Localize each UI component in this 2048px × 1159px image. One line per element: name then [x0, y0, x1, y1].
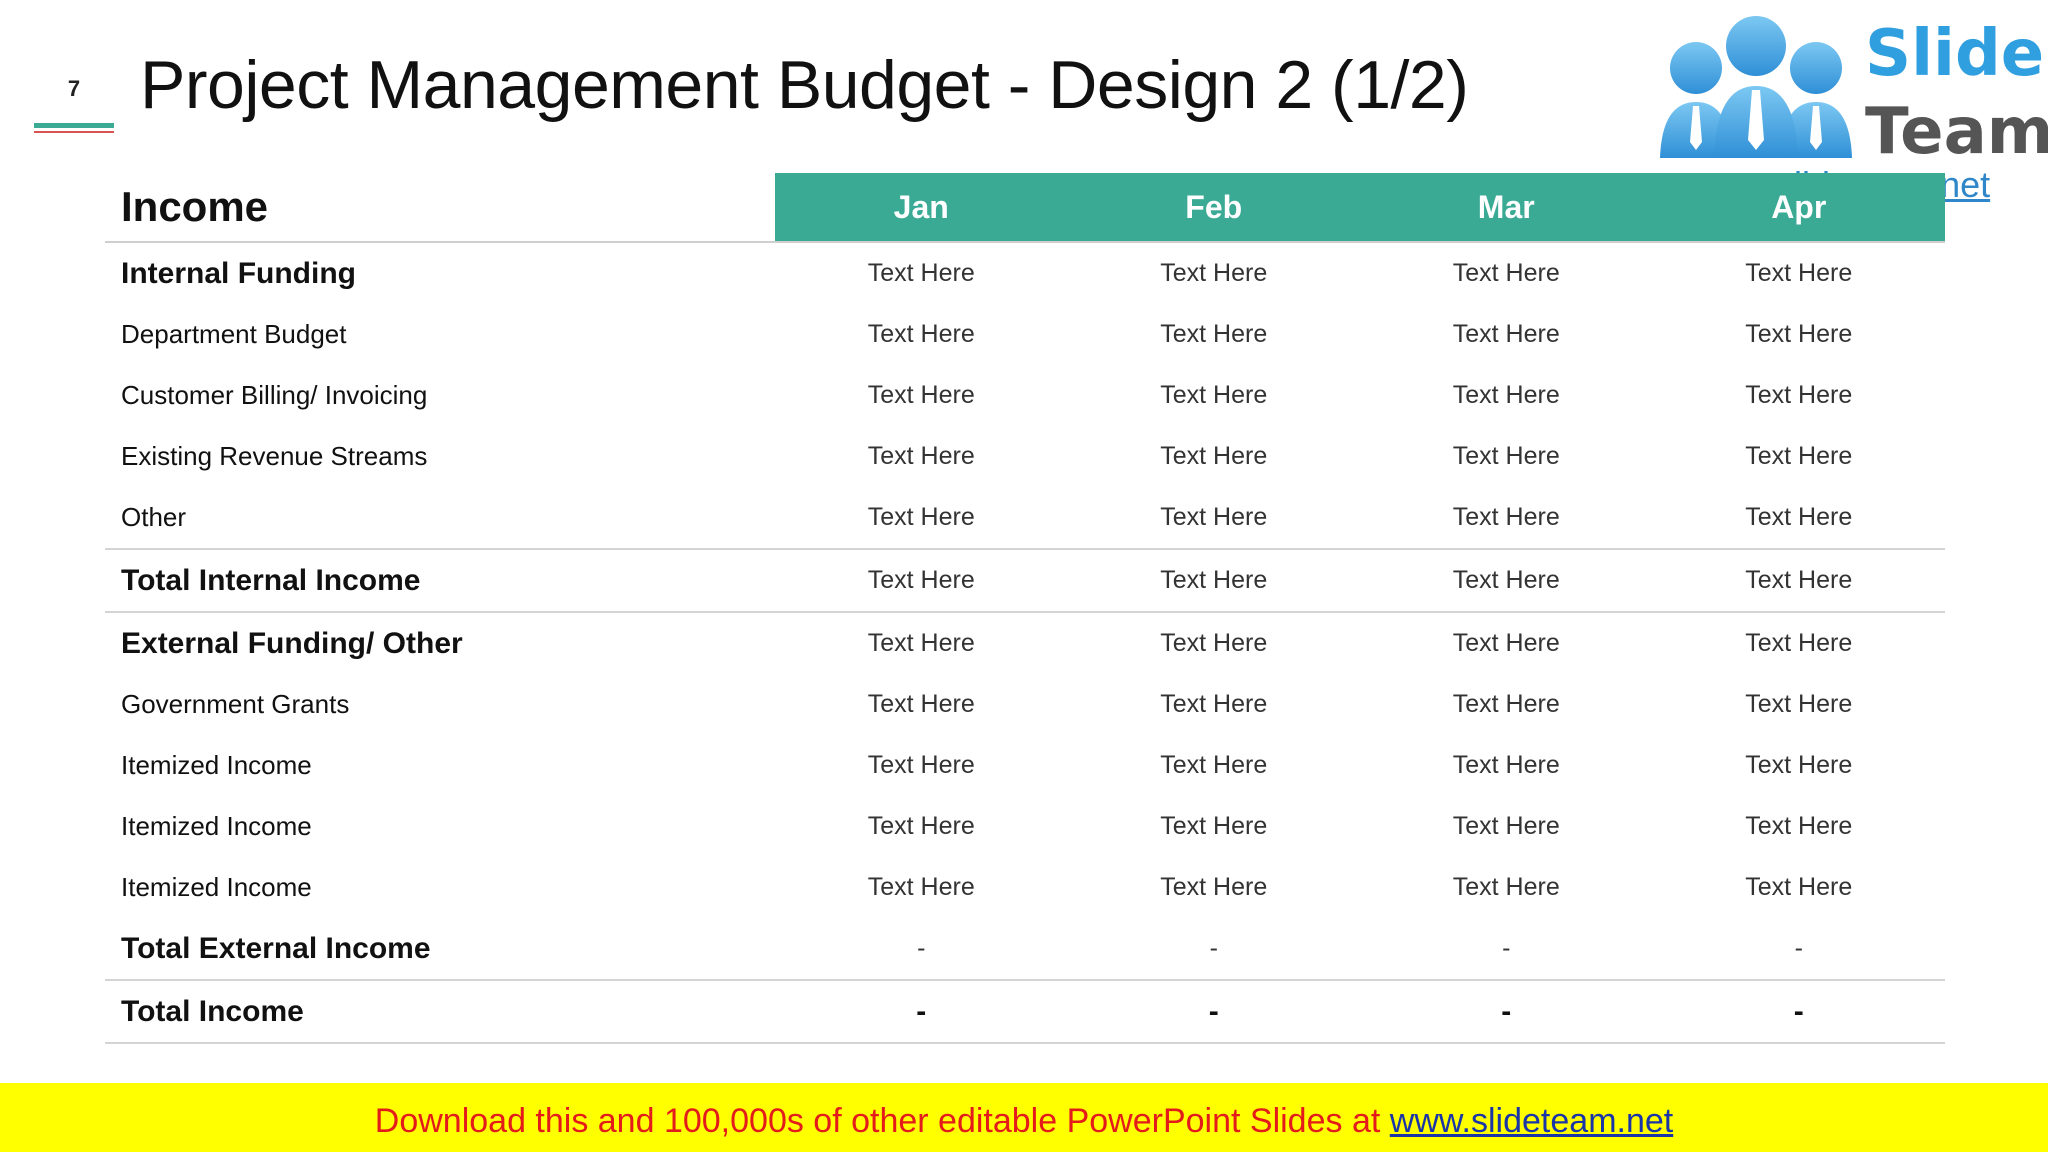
row-label: Department Budget — [121, 319, 347, 349]
table-cell: Text Here — [1452, 381, 1560, 409]
table-cell: Text Here — [1160, 259, 1268, 287]
slideteam-logo[interactable]: Slide Team www.slideteam.net — [1640, 0, 2048, 205]
download-banner: Download this and 100,000s of other edit… — [0, 1083, 2048, 1152]
table-cell: Text Here — [1745, 259, 1853, 287]
table-row: Itemized Income Text Here Text Here Text… — [105, 735, 1945, 796]
table-cell: Text Here — [867, 690, 975, 718]
table-cell: Text Here — [1160, 442, 1268, 470]
table-cell: Text Here — [1745, 751, 1853, 779]
download-banner-link[interactable]: www.slideteam.net — [1390, 1102, 1673, 1140]
table-cell: Text Here — [1452, 629, 1560, 657]
table-cell: Text Here — [1452, 320, 1560, 348]
table-cell: Text Here — [867, 503, 975, 531]
table-cell: Text Here — [1160, 566, 1268, 594]
table-cell: Text Here — [1452, 690, 1560, 718]
table-cell: Text Here — [1452, 566, 1560, 594]
table-row: Itemized Income Text Here Text Here Text… — [105, 796, 1945, 857]
slide-number-rule-red — [34, 131, 114, 133]
table-cell: Text Here — [1452, 442, 1560, 470]
table-cell: Text Here — [867, 812, 975, 840]
slide-number: 7 — [67, 76, 81, 101]
row-label: Total Internal Income — [121, 563, 421, 597]
table-cell: Text Here — [1452, 873, 1560, 901]
table-row: Itemized Income Text Here Text Here Text… — [105, 857, 1945, 918]
table-cell: - — [1501, 994, 1512, 1028]
table-row: Customer Billing/ Invoicing Text Here Te… — [105, 365, 1945, 426]
table-cell: - — [1209, 934, 1218, 962]
table-cell: Text Here — [1160, 812, 1268, 840]
row-label: Existing Revenue Streams — [121, 441, 428, 471]
table-row: Government Grants Text Here Text Here Te… — [105, 674, 1945, 735]
table-cell: Text Here — [1452, 503, 1560, 531]
table-cell: Text Here — [1745, 320, 1853, 348]
table-row: External Funding/ Other Text Here Text H… — [105, 613, 1945, 674]
logo-word-team: Team — [1865, 95, 2048, 169]
row-label: Total External Income — [121, 931, 431, 965]
table-cell: Text Here — [867, 629, 975, 657]
month-header-apr: Apr — [1771, 189, 1827, 225]
table-cell: Text Here — [1160, 690, 1268, 718]
table-row: Total External Income - - - - — [105, 918, 1945, 981]
row-label: Other — [121, 502, 187, 532]
row-label: Customer Billing/ Invoicing — [121, 380, 428, 410]
table-cell: Text Here — [1452, 751, 1560, 779]
table-cell: - — [1208, 994, 1219, 1028]
table-cell: - — [1793, 994, 1804, 1028]
table-row: Total Internal Income Text Here Text Her… — [105, 550, 1945, 613]
table-cell: Text Here — [867, 873, 975, 901]
table-row: Existing Revenue Streams Text Here Text … — [105, 426, 1945, 487]
row-label: External Funding/ Other — [121, 626, 463, 660]
table-cell: Text Here — [867, 566, 975, 594]
table-cell: Text Here — [867, 381, 975, 409]
slide-title: Project Management Budget - Design 2 (1/… — [140, 47, 1469, 123]
table-cell: Text Here — [1745, 690, 1853, 718]
table-cell: - — [917, 934, 926, 962]
table-cell: Text Here — [1452, 259, 1560, 287]
month-header-band: Jan Feb Mar Apr — [775, 173, 1945, 241]
table-cell: Text Here — [1160, 381, 1268, 409]
people-icon — [1660, 16, 1852, 158]
month-header-mar: Mar — [1477, 189, 1535, 225]
month-header-feb: Feb — [1185, 189, 1243, 225]
table-cell: Text Here — [1160, 503, 1268, 531]
table-cell: Text Here — [1745, 381, 1853, 409]
table-cell: Text Here — [867, 259, 975, 287]
table-row: Other Text Here Text Here Text Here Text… — [105, 487, 1945, 550]
slide-number-rule-teal — [34, 123, 114, 128]
table-cell: - — [1794, 934, 1803, 962]
table-cell: Text Here — [1452, 812, 1560, 840]
row-label: Total Income — [121, 994, 304, 1028]
income-header: Income — [121, 183, 269, 230]
table-cell: Text Here — [1160, 751, 1268, 779]
table-cell: Text Here — [867, 442, 975, 470]
row-label: Itemized Income — [121, 750, 312, 780]
table-cell: - — [916, 994, 927, 1028]
table-cell: Text Here — [867, 751, 975, 779]
table-cell: Text Here — [1160, 320, 1268, 348]
income-table: Income Jan Feb Mar Apr Internal Funding … — [105, 173, 1945, 1044]
table-cell: Text Here — [1745, 873, 1853, 901]
table-cell: Text Here — [1160, 873, 1268, 901]
table-cell: Text Here — [867, 320, 975, 348]
row-label: Government Grants — [121, 689, 350, 719]
table-row: Total Income - - - - — [105, 981, 1945, 1044]
download-banner-text: Download this and 100,000s of other edit… — [374, 1102, 1390, 1140]
table-row: Department Budget Text Here Text Here Te… — [105, 304, 1945, 365]
table-row: Internal Funding Text Here Text Here Tex… — [105, 243, 1945, 304]
row-label: Itemized Income — [121, 811, 312, 841]
table-cell: Text Here — [1745, 566, 1853, 594]
table-cell: Text Here — [1745, 629, 1853, 657]
table-cell: Text Here — [1745, 812, 1853, 840]
table-cell: Text Here — [1745, 442, 1853, 470]
row-label: Internal Funding — [121, 256, 356, 290]
table-cell: Text Here — [1745, 503, 1853, 531]
row-label: Itemized Income — [121, 872, 312, 902]
month-header-jan: Jan — [893, 189, 949, 225]
table-header-row: Income Jan Feb Mar Apr — [105, 173, 1945, 243]
table-cell: - — [1502, 934, 1511, 962]
logo-word-slide: Slide — [1865, 17, 2045, 91]
table-cell: Text Here — [1160, 629, 1268, 657]
